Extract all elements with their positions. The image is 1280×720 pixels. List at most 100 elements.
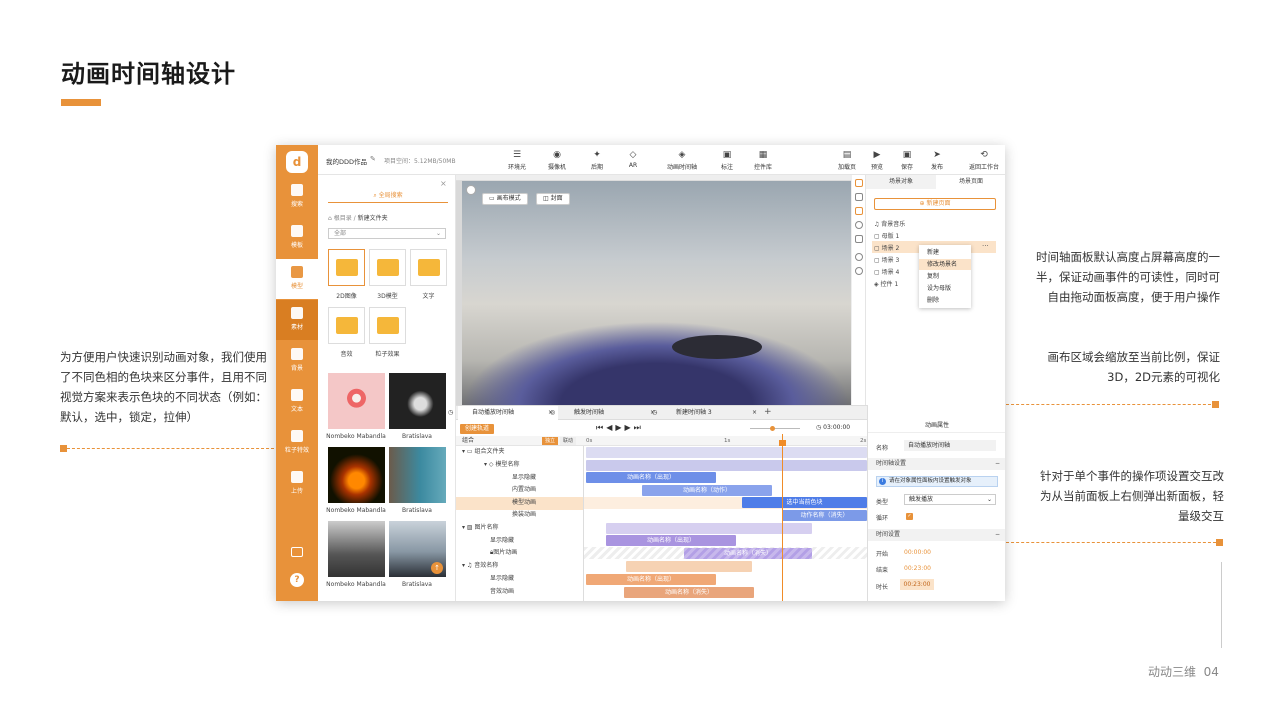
keyboard-icon[interactable] bbox=[291, 547, 303, 557]
tab-trigger-timeline[interactable]: 触发时间轴 ◎ × bbox=[550, 406, 660, 420]
ctx-copy[interactable]: 复制 bbox=[919, 271, 971, 282]
bar-snd-appear[interactable]: 动画名称（出现） bbox=[586, 574, 716, 585]
asset-thumb[interactable] bbox=[328, 373, 385, 429]
bar-img-appear[interactable]: 动画名称（出现） bbox=[606, 535, 736, 546]
bar-snd-disappear[interactable]: 动画名称（消失） bbox=[624, 587, 754, 598]
track-row[interactable]: 内置动画 bbox=[456, 484, 583, 497]
bar-disappear[interactable]: 动作名称（消失） bbox=[782, 510, 867, 521]
collapse-icon[interactable]: − bbox=[995, 458, 1000, 470]
tool-timeline[interactable]: ◈ 动画时间轴 bbox=[662, 149, 702, 171]
rotate-icon[interactable] bbox=[855, 221, 863, 229]
timeline-settings-section[interactable]: 时间轴设置 − bbox=[868, 458, 1005, 470]
global-search-button[interactable]: ⌕ 全局搜索 bbox=[328, 189, 448, 203]
track-row[interactable]: ▾ ♫ 音效名称 bbox=[456, 560, 583, 573]
tool-annotation[interactable]: ▣ 标注 bbox=[710, 149, 744, 171]
asset-thumb[interactable] bbox=[389, 447, 446, 503]
action-publish[interactable]: ➤ 发布 bbox=[920, 149, 954, 171]
app-logo-icon[interactable]: d bbox=[286, 151, 308, 173]
filter-select[interactable]: 全部 ⌄ bbox=[328, 228, 446, 239]
audio-bar[interactable] bbox=[626, 561, 752, 572]
collapse-icon[interactable]: − bbox=[995, 529, 1000, 541]
type-select[interactable]: 触发播放 ⌄ bbox=[904, 494, 996, 505]
more-icon[interactable]: ··· bbox=[982, 242, 989, 250]
scene-item[interactable]: ♫ 背景音乐 bbox=[874, 219, 905, 228]
tool-post[interactable]: ✦ 后期 bbox=[580, 149, 614, 171]
nav-model[interactable]: 模型 bbox=[276, 259, 318, 299]
pointer-icon[interactable] bbox=[855, 193, 863, 201]
solo-badge[interactable]: 独立 bbox=[542, 437, 558, 445]
undo-icon[interactable] bbox=[855, 253, 863, 261]
close-icon[interactable]: × bbox=[752, 406, 757, 420]
nav-material[interactable]: 素材 bbox=[276, 300, 318, 340]
time-settings-section[interactable]: 时间设置 − bbox=[868, 529, 1005, 541]
loop-checkbox[interactable]: ✓ bbox=[906, 513, 913, 520]
close-icon[interactable]: × bbox=[440, 179, 447, 188]
tool-camera[interactable]: ◉ 摄像机 bbox=[540, 149, 574, 171]
playhead-handle[interactable] bbox=[779, 440, 786, 446]
folder-text[interactable] bbox=[410, 249, 447, 286]
scene-item[interactable]: ◈ 控件 1 bbox=[874, 279, 898, 288]
tab-scene-pages[interactable]: 场景页面 bbox=[936, 175, 1005, 189]
tool-ar[interactable]: ◇ AR bbox=[616, 149, 650, 169]
bar-img-disappear[interactable]: 动画名称（消失） bbox=[684, 548, 812, 559]
nav-template[interactable]: 模板 bbox=[276, 218, 318, 258]
track-row[interactable]: 音效动画 bbox=[456, 586, 583, 599]
nav-background[interactable]: 背景 bbox=[276, 341, 318, 381]
ctx-set-master[interactable]: 设为母版 bbox=[919, 283, 971, 294]
cover-button[interactable]: ◫ 封面 bbox=[536, 193, 570, 205]
tab-new-timeline[interactable]: 新建时间轴 3 ◷ × bbox=[652, 406, 762, 420]
action-save[interactable]: ▣ 保存 bbox=[890, 149, 924, 171]
add-tab-icon[interactable]: + bbox=[764, 407, 772, 417]
nav-text[interactable]: 文本 bbox=[276, 382, 318, 422]
tab-auto-timeline[interactable]: 自动播放时间轴 ◷ × bbox=[448, 406, 558, 420]
car-scene[interactable] bbox=[462, 181, 851, 405]
action-return[interactable]: ⟲ 返回工作台 bbox=[964, 149, 1004, 171]
track-row[interactable]: 换装动画 bbox=[456, 509, 583, 522]
duration-input[interactable]: 00:23:00 bbox=[900, 579, 934, 590]
track-row-selected[interactable]: 模型动画 bbox=[456, 497, 583, 510]
scene-item[interactable]: ▢ 母版 1 bbox=[874, 231, 899, 240]
asset-thumb[interactable] bbox=[389, 373, 446, 429]
nav-search[interactable]: 搜索 bbox=[276, 177, 318, 217]
scale-icon[interactable] bbox=[855, 235, 863, 243]
bar-appear[interactable]: 动画名称（出现） bbox=[586, 472, 716, 483]
ctx-delete[interactable]: 删除 bbox=[919, 295, 971, 306]
track-row[interactable]: 显示隐藏 bbox=[456, 472, 583, 485]
model-bar[interactable] bbox=[586, 460, 867, 471]
action-load-page[interactable]: ▤ 加载页 bbox=[830, 149, 864, 171]
link-badge[interactable]: 联动 bbox=[560, 437, 576, 445]
folder-2d[interactable] bbox=[328, 249, 365, 286]
end-value[interactable]: 00:23:00 bbox=[904, 565, 931, 572]
action-preview[interactable]: ▶ 预览 bbox=[860, 149, 894, 171]
scene-item-selected[interactable]: ▢ 场景 2 bbox=[874, 243, 899, 252]
asset-thumb[interactable] bbox=[328, 521, 385, 577]
folder-particles[interactable] bbox=[369, 307, 406, 344]
nav-upload[interactable]: 上传 bbox=[276, 464, 318, 504]
edit-icon[interactable]: ✎ bbox=[370, 155, 376, 163]
playback-controls[interactable]: ⏮◀▶▶⏭ bbox=[596, 423, 644, 433]
start-value[interactable]: 00:00:00 bbox=[904, 549, 931, 556]
redo-icon[interactable] bbox=[855, 267, 863, 275]
asset-thumb[interactable] bbox=[328, 447, 385, 503]
ctx-new[interactable]: 新建 bbox=[919, 247, 971, 258]
group-bar[interactable] bbox=[586, 447, 867, 458]
tool-ambient-light[interactable]: ☰ 环境光 bbox=[500, 149, 534, 171]
playhead[interactable] bbox=[782, 434, 783, 601]
canvas-mode-button[interactable]: ▭ 画布模式 bbox=[482, 193, 528, 205]
nav-particles[interactable]: 粒子特效 bbox=[276, 423, 318, 463]
move-icon[interactable] bbox=[855, 207, 863, 215]
folder-audio[interactable] bbox=[328, 307, 365, 344]
ctx-rename[interactable]: 修改场景名 bbox=[919, 259, 971, 270]
folder-3d[interactable] bbox=[369, 249, 406, 286]
arrow-up-icon[interactable]: ↑ bbox=[431, 562, 443, 574]
zoom-slider[interactable] bbox=[750, 428, 800, 429]
asset-thumb[interactable]: ↑ bbox=[389, 521, 446, 577]
help-icon[interactable]: ? bbox=[290, 573, 304, 587]
scene-item[interactable]: ▢ 场景 3 bbox=[874, 255, 899, 264]
canvas[interactable]: ▭ 画布模式 ◫ 封面 bbox=[456, 175, 851, 405]
select-tool-icon[interactable] bbox=[855, 179, 863, 187]
lock-icon[interactable] bbox=[466, 185, 476, 195]
create-track-button[interactable]: 创建轨道 bbox=[460, 424, 494, 434]
new-page-button[interactable]: ⊕ 新建页面 bbox=[874, 198, 996, 210]
tab-scene-objects[interactable]: 场景对象 bbox=[866, 175, 936, 189]
